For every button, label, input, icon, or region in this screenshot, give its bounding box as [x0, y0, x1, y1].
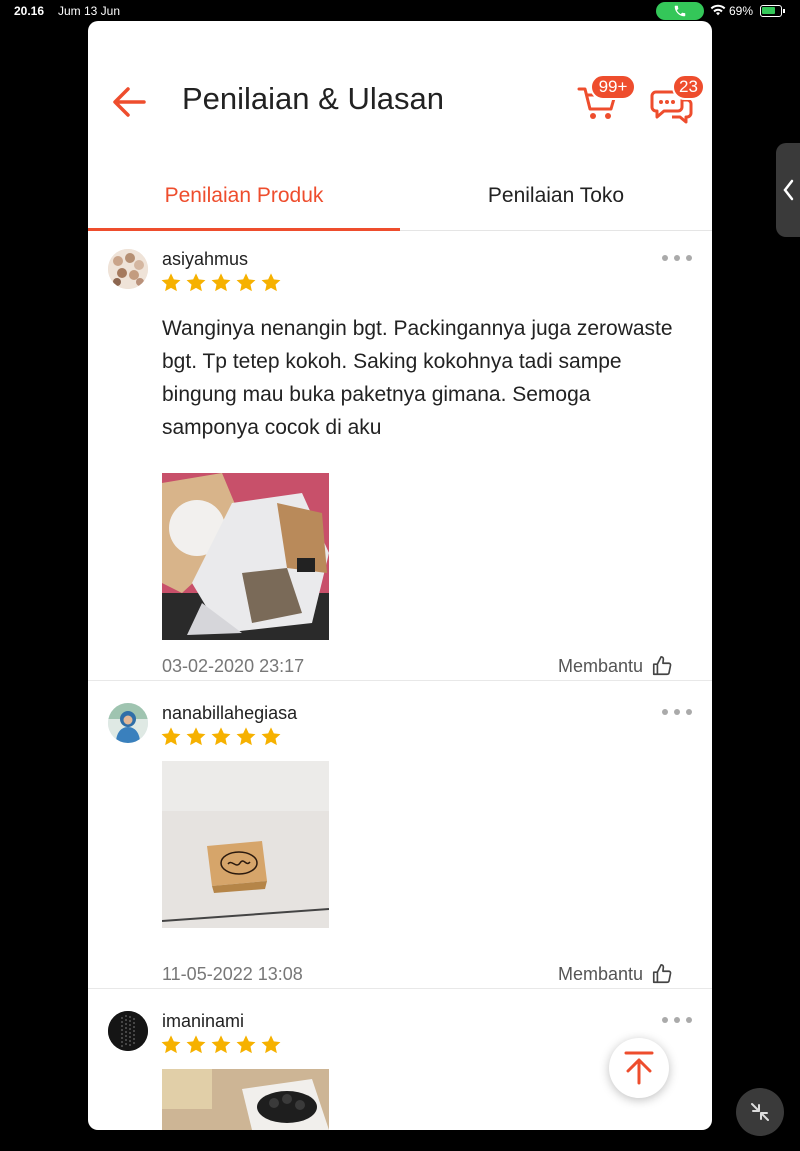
review-photo[interactable] [162, 761, 329, 928]
scroll-to-top-button[interactable] [609, 1038, 669, 1098]
page-title: Penilaian & Ulasan [182, 81, 444, 116]
battery-icon [760, 5, 785, 17]
star-icon [186, 727, 206, 746]
phone-icon [674, 5, 686, 17]
star-icon [261, 1035, 281, 1054]
thumbs-up-icon [652, 656, 672, 676]
rating-stars [160, 1034, 282, 1056]
star-icon [161, 727, 181, 746]
status-date: Jum 13 Jun [58, 4, 121, 18]
helpful-button[interactable]: Membantu [558, 963, 673, 985]
star-icon [236, 1035, 256, 1054]
status-time: 20.16 [14, 4, 45, 18]
tab-shop-rating[interactable]: Penilaian Toko [400, 161, 712, 231]
chat-badge: 23 [672, 74, 705, 100]
helpful-button[interactable]: Membantu [558, 655, 673, 677]
review-text: Wanginya nenangin bgt. Packingannya juga… [162, 317, 673, 439]
chevron-left-icon [783, 179, 794, 201]
review-item: nanabillahegiasa 11-05-2022 13:08 Memban… [88, 681, 712, 989]
side-panel-handle[interactable] [776, 143, 800, 237]
star-icon [236, 727, 256, 746]
star-icon [211, 273, 231, 292]
star-icon [261, 727, 281, 746]
wifi-icon [710, 4, 726, 16]
review-date: 11-05-2022 13:08 [162, 964, 303, 984]
star-icon [211, 727, 231, 746]
avatar-image [108, 1011, 148, 1051]
reviews-sheet: Penilaian & Ulasan 99+ 23 Penilaian Prod… [88, 21, 712, 1130]
status-bar: 20.16 Jum 13 Jun 69% [0, 0, 800, 22]
review-username: imaninami [162, 1011, 245, 1031]
avatar[interactable] [108, 1011, 148, 1051]
thumbs-up-icon [652, 964, 672, 984]
cart-badge: 99+ [590, 74, 636, 100]
shrink-window-button[interactable] [736, 1088, 784, 1136]
star-icon [236, 273, 256, 292]
arrow-up-icon [624, 1051, 654, 1085]
back-arrow-icon[interactable] [110, 83, 148, 121]
star-icon [161, 273, 181, 292]
review-photo[interactable] [162, 1069, 329, 1130]
helpful-label: Membantu [558, 963, 644, 984]
star-icon [186, 1035, 206, 1054]
review-photo[interactable] [162, 473, 329, 640]
more-icon[interactable] [662, 1017, 692, 1027]
review-username: asiyahmus [162, 249, 249, 269]
more-icon[interactable] [662, 709, 692, 719]
star-icon [211, 1035, 231, 1054]
product-photo [162, 473, 329, 640]
avatar[interactable] [108, 703, 148, 743]
avatar-image [108, 703, 148, 743]
star-icon [261, 273, 281, 292]
avatar-image [108, 249, 148, 289]
tab-product-rating[interactable]: Penilaian Produk [88, 161, 400, 231]
avatar[interactable] [108, 249, 148, 289]
review-username: nanabillahegiasa [162, 703, 298, 723]
helpful-label: Membantu [558, 655, 644, 676]
review-date: 03-02-2020 23:17 [162, 656, 305, 676]
call-indicator[interactable] [656, 2, 704, 20]
more-icon[interactable] [662, 255, 692, 265]
product-photo [162, 761, 329, 928]
battery-percent: 69% [729, 4, 754, 18]
rating-stars [160, 726, 282, 748]
star-icon [161, 1035, 181, 1054]
collapse-icon [751, 1103, 769, 1121]
rating-stars [160, 272, 282, 294]
product-photo [162, 1069, 329, 1130]
review-item: asiyahmus Wanginya nenangin bgt. Packing… [88, 231, 712, 681]
rating-tabs: Penilaian Produk Penilaian Toko [88, 161, 712, 231]
header: Penilaian & Ulasan 99+ 23 [88, 21, 712, 161]
star-icon [186, 273, 206, 292]
